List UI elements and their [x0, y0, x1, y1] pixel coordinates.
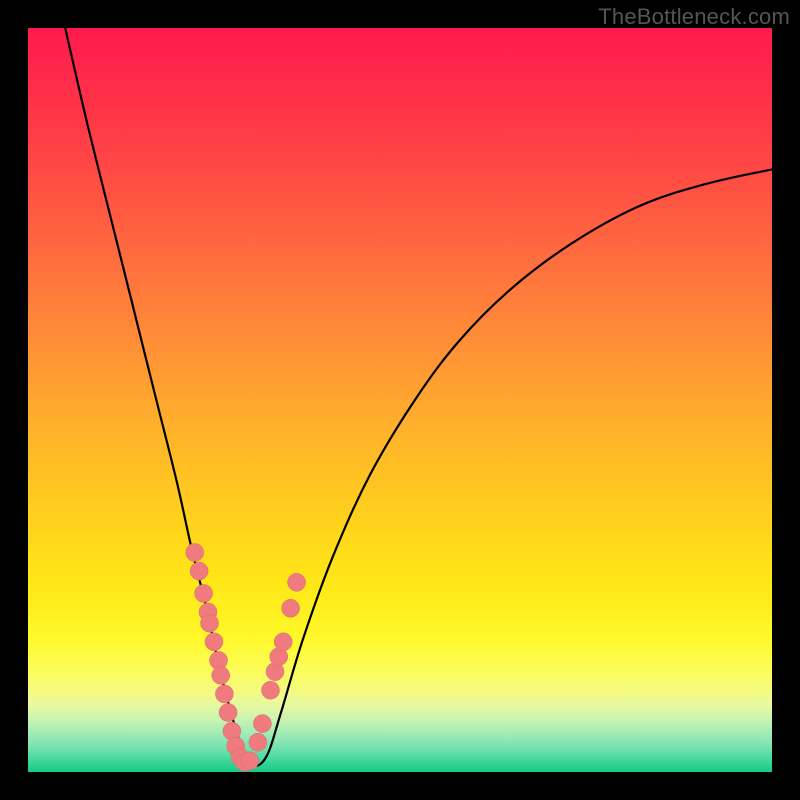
data-marker: [274, 633, 292, 651]
data-marker: [262, 681, 280, 699]
data-marker: [212, 666, 230, 684]
data-marker: [201, 614, 219, 632]
data-marker: [195, 584, 213, 602]
data-marker: [215, 685, 233, 703]
data-marker: [186, 544, 204, 562]
data-marker: [219, 704, 237, 722]
marker-group: [186, 544, 306, 772]
data-marker: [282, 599, 300, 617]
data-marker: [249, 733, 267, 751]
plot-area: [28, 28, 772, 772]
curve-layer: [28, 28, 772, 772]
chart-frame: TheBottleneck.com: [0, 0, 800, 800]
data-marker: [253, 715, 271, 733]
watermark-text: TheBottleneck.com: [598, 4, 790, 30]
data-marker: [190, 562, 208, 580]
data-marker: [241, 752, 259, 770]
data-marker: [288, 573, 306, 591]
data-marker: [205, 633, 223, 651]
bottleneck-curve: [65, 28, 772, 766]
